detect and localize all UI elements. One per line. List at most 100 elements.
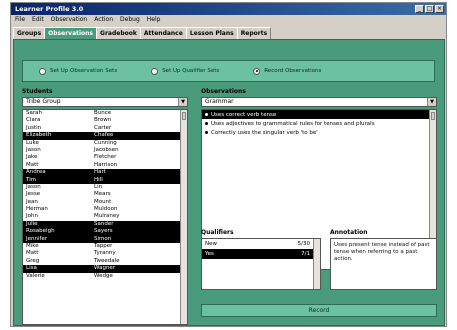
radio-button[interactable]: [39, 67, 46, 75]
menu-file[interactable]: File: [15, 15, 25, 25]
student-first-name: Sarah: [26, 110, 42, 116]
student-last-name: Tyranny: [94, 250, 116, 257]
menu-observation[interactable]: Observation: [51, 15, 88, 25]
category-select-value: Grammar: [205, 98, 234, 105]
student-row[interactable]: Matt Tyranny: [23, 250, 187, 257]
menu-debug[interactable]: Debug: [120, 15, 140, 25]
student-first-name: Matt: [26, 250, 39, 257]
student-row[interactable]: Jason Jacobsen: [23, 147, 187, 154]
student-last-name: Wedge: [94, 272, 113, 279]
chevron-down-icon[interactable]: ▼: [427, 98, 436, 106]
tab-gradebook[interactable]: Gradebook: [96, 27, 141, 39]
window-title: Learner Profile 3.0: [15, 5, 84, 13]
student-row[interactable]: Luke Cunning: [23, 140, 187, 147]
qualifier-list-scrollbar[interactable]: [313, 239, 320, 289]
observation-text: Uses adjectives to grammatical rules for…: [211, 120, 375, 127]
student-row[interactable]: Elizabeth Chafee: [23, 132, 187, 140]
bullet-icon: [205, 131, 208, 134]
student-row[interactable]: Rosabeigh Sayers: [23, 228, 187, 236]
student-first-name: Jennifer: [26, 235, 48, 242]
radio-record-observations[interactable]: Record Observations: [253, 67, 321, 75]
student-last-name: Chafee: [94, 132, 114, 139]
student-first-name: Matt: [26, 161, 39, 168]
qualifiers-label: Qualifiers: [201, 229, 234, 236]
bullet-icon: [205, 122, 208, 125]
student-row[interactable]: Mike Tapper: [23, 243, 187, 250]
menu-edit[interactable]: Edit: [32, 15, 44, 25]
student-last-name: Simon: [94, 235, 112, 242]
student-last-name: Wagner: [94, 265, 116, 272]
minimize-button[interactable]: _: [415, 5, 424, 13]
student-row[interactable]: Clara Brown: [23, 117, 187, 124]
menu-action[interactable]: Action: [94, 15, 113, 25]
student-row[interactable]: Sarah Bunce: [23, 110, 187, 117]
student-row[interactable]: Matt Harrison: [23, 162, 187, 169]
maximize-button[interactable]: □: [425, 5, 434, 13]
student-row[interactable]: Valerie Wedge: [23, 273, 187, 280]
menu-help[interactable]: Help: [147, 15, 161, 25]
radio-label: Set Up Qualifier Sets: [162, 68, 220, 74]
scrollbar-thumb[interactable]: [182, 112, 186, 120]
radio-setup-observation-sets[interactable]: Set Up Observation Sets: [39, 67, 117, 75]
student-row[interactable]: Greg Tweedale: [23, 258, 187, 265]
student-first-name: Lisa: [26, 265, 37, 272]
observation-item[interactable]: Correctly uses the singular verb 'to be': [202, 128, 436, 137]
student-row[interactable]: Jake Fletcher: [23, 154, 187, 161]
annotation-label: Annotation: [330, 229, 368, 236]
group-select[interactable]: Tribe Group ▼: [22, 97, 188, 107]
student-row[interactable]: Jennifer Simon: [23, 235, 187, 244]
student-row[interactable]: Lisa Wagner: [23, 265, 187, 273]
student-last-name: Hill: [94, 176, 103, 183]
student-last-name: Jacobsen: [94, 146, 119, 153]
tab-groups[interactable]: Groups: [13, 27, 46, 39]
radio-button[interactable]: [151, 67, 159, 75]
observations-label: Observations: [201, 88, 246, 95]
student-row[interactable]: Jason Lin: [23, 184, 187, 191]
observation-text: Uses correct verb tense: [211, 111, 277, 118]
student-last-name: Cunning: [94, 139, 117, 146]
student-row[interactable]: Tim Hill: [23, 176, 187, 184]
students-section: Students Tribe Group ▼ Sarah Bunce Clara Br…: [22, 88, 188, 325]
student-last-name: Hart: [94, 169, 106, 176]
student-last-name: Tapper: [94, 243, 113, 250]
scrollbar-thumb[interactable]: [431, 112, 435, 120]
student-last-name: Fletcher: [94, 154, 117, 161]
chevron-down-icon[interactable]: ▼: [178, 98, 187, 106]
student-row[interactable]: Herman Muldoon: [23, 206, 187, 213]
qualifier-name: Yes: [205, 251, 214, 257]
qualifier-value: 7/1: [301, 251, 310, 257]
student-first-name: Mike: [26, 243, 39, 250]
radio-setup-qualifier-sets[interactable]: Set Up Qualifier Sets: [151, 67, 220, 75]
student-row[interactable]: Andrea Hart: [23, 169, 187, 177]
student-first-name: Rosabeigh: [26, 228, 55, 235]
observation-category-select[interactable]: Grammar ▼: [201, 97, 437, 107]
annotation-textarea[interactable]: Uses present tense instead of past tense…: [330, 238, 437, 290]
student-list[interactable]: Sarah Bunce Clara Brown Justin Carter Elizabet…: [22, 109, 188, 325]
qualifier-row[interactable]: Yes 7/1: [202, 249, 313, 259]
observation-item[interactable]: Uses adjectives to grammatical rules for…: [202, 119, 436, 128]
tab-lesson-plans[interactable]: Lesson Plans: [185, 27, 238, 39]
record-button[interactable]: Record: [201, 304, 437, 317]
student-last-name: Mulraney: [94, 213, 120, 220]
title-bar[interactable]: Learner Profile 3.0 _ □ ×: [11, 3, 446, 15]
student-row[interactable]: Jesse Mears: [23, 191, 187, 198]
student-first-name: Greg: [26, 257, 40, 264]
observation-item[interactable]: Uses correct verb tense: [202, 110, 436, 119]
student-last-name: Sander: [94, 220, 114, 227]
student-list-scrollbar[interactable]: [180, 110, 187, 324]
tab-reports[interactable]: Reports: [236, 27, 272, 39]
radio-button-selected[interactable]: [253, 67, 261, 75]
qualifier-list[interactable]: New 5/30 Yes 7/1: [201, 238, 321, 290]
student-last-name: Muldoon: [94, 206, 118, 213]
tab-observations[interactable]: Observations: [44, 27, 98, 39]
student-last-name: Tweedale: [94, 257, 120, 264]
close-button[interactable]: ×: [435, 5, 444, 13]
qualifier-row[interactable]: New 5/30: [202, 239, 313, 249]
student-row[interactable]: Jean Mount: [23, 199, 187, 206]
student-first-name: Jason: [26, 146, 41, 153]
student-row[interactable]: John Mulraney: [23, 213, 187, 220]
student-row[interactable]: Justin Carter: [23, 125, 187, 132]
student-row[interactable]: Julie Sander: [23, 220, 187, 229]
qualifiers-section: Qualifiers New 5/30 Yes 7/1: [201, 229, 321, 299]
tab-attendance[interactable]: Attendance: [139, 27, 187, 39]
